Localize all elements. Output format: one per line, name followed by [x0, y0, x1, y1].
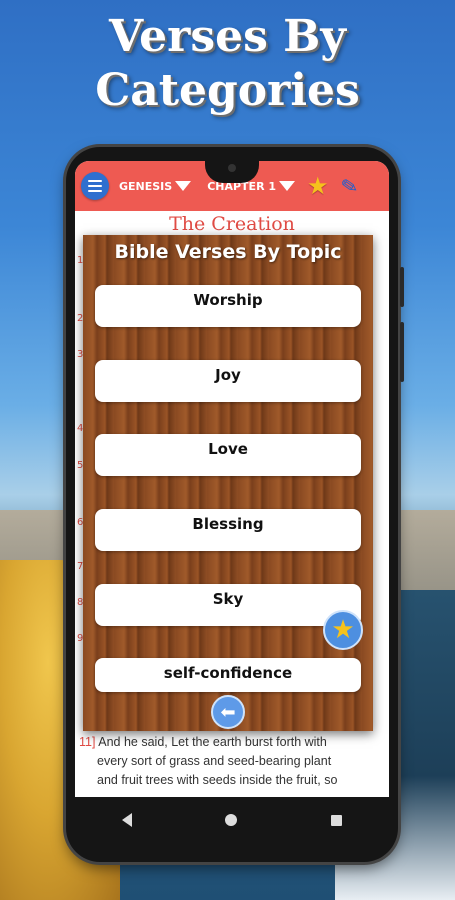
topic-button-joy[interactable]: Joy: [95, 360, 361, 402]
topic-button-sky[interactable]: Sky: [95, 584, 361, 626]
camera-icon: [228, 164, 236, 172]
verse-number: 11]: [79, 735, 96, 749]
camera-notch: [205, 161, 259, 183]
volume-button: [400, 267, 404, 307]
dialog-title: Bible Verses By Topic: [114, 241, 342, 263]
star-icon[interactable]: ★: [307, 172, 329, 200]
promo-headline: Verses By Categories: [0, 10, 455, 118]
chapter-title: The Creation: [169, 213, 295, 235]
nav-recents-icon[interactable]: [331, 814, 343, 826]
hamburger-icon[interactable]: [81, 172, 109, 200]
pen-icon[interactable]: ✎: [339, 173, 360, 200]
topic-dialog: Bible Verses By Topic Worship Joy Love B…: [83, 235, 373, 731]
nav-back-icon[interactable]: [121, 813, 132, 827]
headline-line-1: Verses By: [109, 11, 346, 62]
system-nav-bar: [75, 797, 389, 843]
topic-button-self-confidence[interactable]: self-confidence: [95, 658, 361, 692]
topic-button-love[interactable]: Love: [95, 434, 361, 476]
book-dropdown-chevron-icon[interactable]: [175, 181, 192, 191]
topic-button-worship[interactable]: Worship: [95, 285, 361, 327]
verse-line: and fruit trees with seeds inside the fr…: [97, 773, 338, 787]
headline-line-2: Categories: [95, 65, 360, 116]
verse-text: And he said, Let the earth burst forth w…: [98, 735, 327, 749]
nav-home-icon[interactable]: [225, 814, 238, 826]
verse-line: every sort of grass and seed-bearing pla…: [97, 754, 332, 768]
power-button: [400, 322, 404, 382]
book-selector-label[interactable]: GENESIS: [119, 180, 172, 193]
topic-button-blessing[interactable]: Blessing: [95, 509, 361, 551]
bible-text: 11] And he said, Let the earth burst for…: [75, 733, 389, 790]
chapter-dropdown-chevron-icon[interactable]: [279, 181, 296, 191]
star-icon[interactable]: ★: [323, 610, 363, 650]
arrow-left-icon[interactable]: ⬅: [211, 695, 245, 729]
phone-frame: GENESIS CHAPTER 1 ★ ✎ The Creation 1 2 3…: [66, 147, 404, 862]
phone-screen: GENESIS CHAPTER 1 ★ ✎ The Creation 1 2 3…: [75, 161, 389, 797]
verse-line: 11] And he said, Let the earth burst for…: [79, 733, 385, 752]
